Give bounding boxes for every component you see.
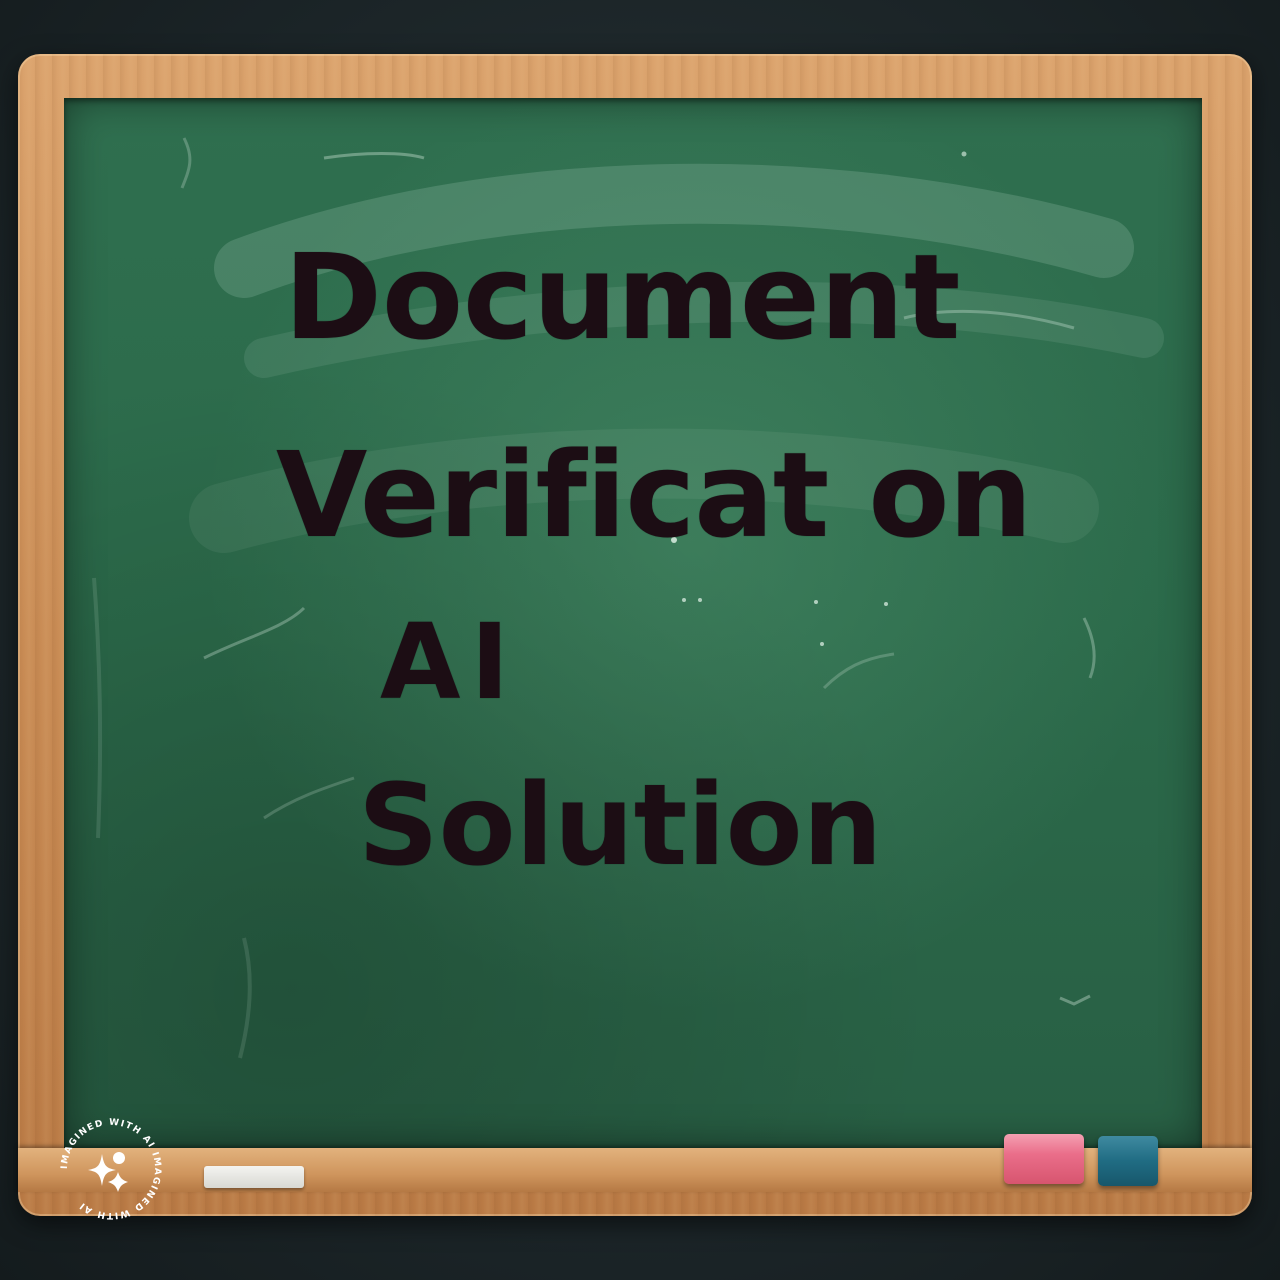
pink-eraser — [1004, 1134, 1084, 1184]
teal-eraser — [1098, 1136, 1158, 1186]
chalk-stick — [204, 1166, 304, 1188]
board-text-line-1: Document — [284, 228, 961, 366]
board-text-line-4: Solution — [358, 761, 883, 891]
board-text-line-3: AI — [380, 601, 520, 723]
scene: Document Verificat on AI Solution IMAGIN… — [0, 0, 1280, 1280]
imagined-with-ai-badge: IMAGINED WITH AI IMAGINED WITH AI — [60, 1118, 161, 1220]
sparkle-icon — [88, 1152, 128, 1192]
board-text-line-2: Verificat on — [276, 426, 1032, 564]
chalkboard: Document Verificat on AI Solution — [64, 98, 1202, 1148]
